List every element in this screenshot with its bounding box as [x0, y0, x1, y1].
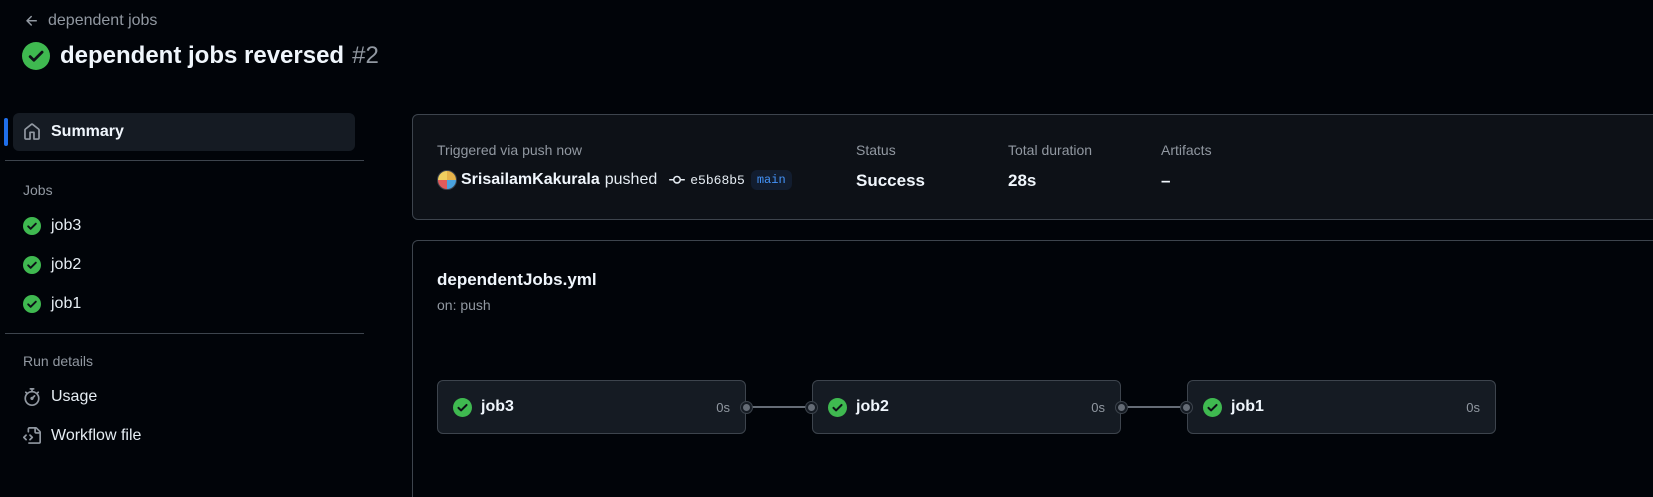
job-duration: 0s	[716, 399, 730, 415]
artifacts-label: Artifacts	[1161, 142, 1212, 158]
trigger-label: Triggered via push now	[437, 142, 583, 158]
divider	[5, 333, 364, 334]
trigger-column: Triggered via push now SrisailamKakurala…	[437, 142, 792, 190]
sidebar-item-usage[interactable]: Usage	[0, 377, 366, 416]
avatar[interactable]	[437, 170, 457, 190]
sidebar-item-label: job3	[51, 216, 82, 234]
check-circle-fill-icon	[23, 255, 41, 274]
jobs-heading: Jobs	[23, 182, 53, 198]
job-duration: 0s	[1091, 399, 1105, 415]
artifacts-column: Artifacts –	[1161, 142, 1212, 191]
sidebar-item-summary[interactable]: Summary	[4, 113, 355, 151]
duration-column: Total duration 28s	[1008, 142, 1092, 191]
run-number: #2	[352, 42, 379, 69]
sidebar: Summary Jobs job3 job2 job1 Run details …	[0, 113, 366, 455]
sidebar-item-label: Summary	[51, 123, 124, 140]
job-node-job2[interactable]: job2 0s	[805, 380, 1128, 434]
status-label: Status	[856, 142, 896, 158]
sidebar-item-label: Usage	[51, 387, 98, 405]
check-circle-fill-icon	[453, 397, 472, 417]
sidebar-item-job3[interactable]: job3	[0, 206, 366, 245]
check-circle-fill-icon	[828, 397, 847, 417]
sidebar-item-label: Workflow file	[51, 426, 142, 444]
branch-badge[interactable]: main	[750, 170, 792, 190]
workflow-file-name: dependentJobs.yml	[437, 270, 597, 289]
run-summary-card: Triggered via push now SrisailamKakurala…	[412, 114, 1653, 220]
job-input-dot	[1180, 401, 1193, 414]
sidebar-item-job1[interactable]: job1	[0, 284, 366, 323]
workflow-trigger: on: push	[437, 297, 491, 313]
author-link[interactable]: SrisailamKakurala	[461, 171, 600, 189]
job-output-dot	[740, 401, 753, 414]
sidebar-item-job2[interactable]: job2	[0, 245, 366, 284]
job-name: job3	[481, 398, 514, 415]
check-circle-fill-icon	[22, 42, 50, 70]
run-title-text: dependent jobs reversed	[60, 42, 345, 69]
job-input-dot	[805, 401, 818, 414]
divider	[5, 160, 364, 161]
duration-value: 28s	[1008, 171, 1037, 190]
workflow-graph-card: dependentJobs.yml on: push job3 0s job2 …	[412, 240, 1653, 497]
file-code-icon	[23, 426, 41, 444]
check-circle-fill-icon	[1203, 397, 1222, 417]
check-circle-fill-icon	[23, 294, 41, 313]
job-connector	[1121, 406, 1187, 408]
home-icon	[24, 123, 40, 140]
job-node-job1[interactable]: job1 0s	[1180, 380, 1496, 434]
check-circle-fill-icon	[23, 216, 41, 235]
sidebar-item-label: job1	[51, 294, 82, 312]
page-title: dependent jobs reversed #2	[22, 42, 379, 70]
job-name: job2	[856, 398, 889, 415]
job-output-dot	[1115, 401, 1128, 414]
status-value: Success	[856, 171, 925, 190]
back-link[interactable]: dependent jobs	[24, 12, 157, 30]
job-connector	[746, 406, 812, 408]
duration-label: Total duration	[1008, 142, 1093, 158]
sidebar-item-workflow-file[interactable]: Workflow file	[0, 416, 366, 455]
trigger-line: SrisailamKakurala pushed e5b68b5 main	[437, 170, 792, 190]
sidebar-item-label: job2	[51, 255, 82, 273]
job-duration: 0s	[1466, 399, 1480, 415]
job-node-job3[interactable]: job3 0s	[437, 380, 753, 434]
commit-sha-link[interactable]: e5b68b5	[690, 173, 745, 188]
arrow-left-icon	[26, 15, 37, 26]
run-details-heading: Run details	[23, 353, 94, 369]
job-name: job1	[1231, 398, 1264, 415]
back-link-label: dependent jobs	[48, 12, 158, 29]
stopwatch-icon	[24, 387, 40, 406]
trigger-action: pushed	[604, 171, 658, 188]
artifacts-value: –	[1161, 171, 1171, 190]
status-column: Status Success	[856, 142, 925, 191]
git-commit-icon	[669, 175, 686, 184]
